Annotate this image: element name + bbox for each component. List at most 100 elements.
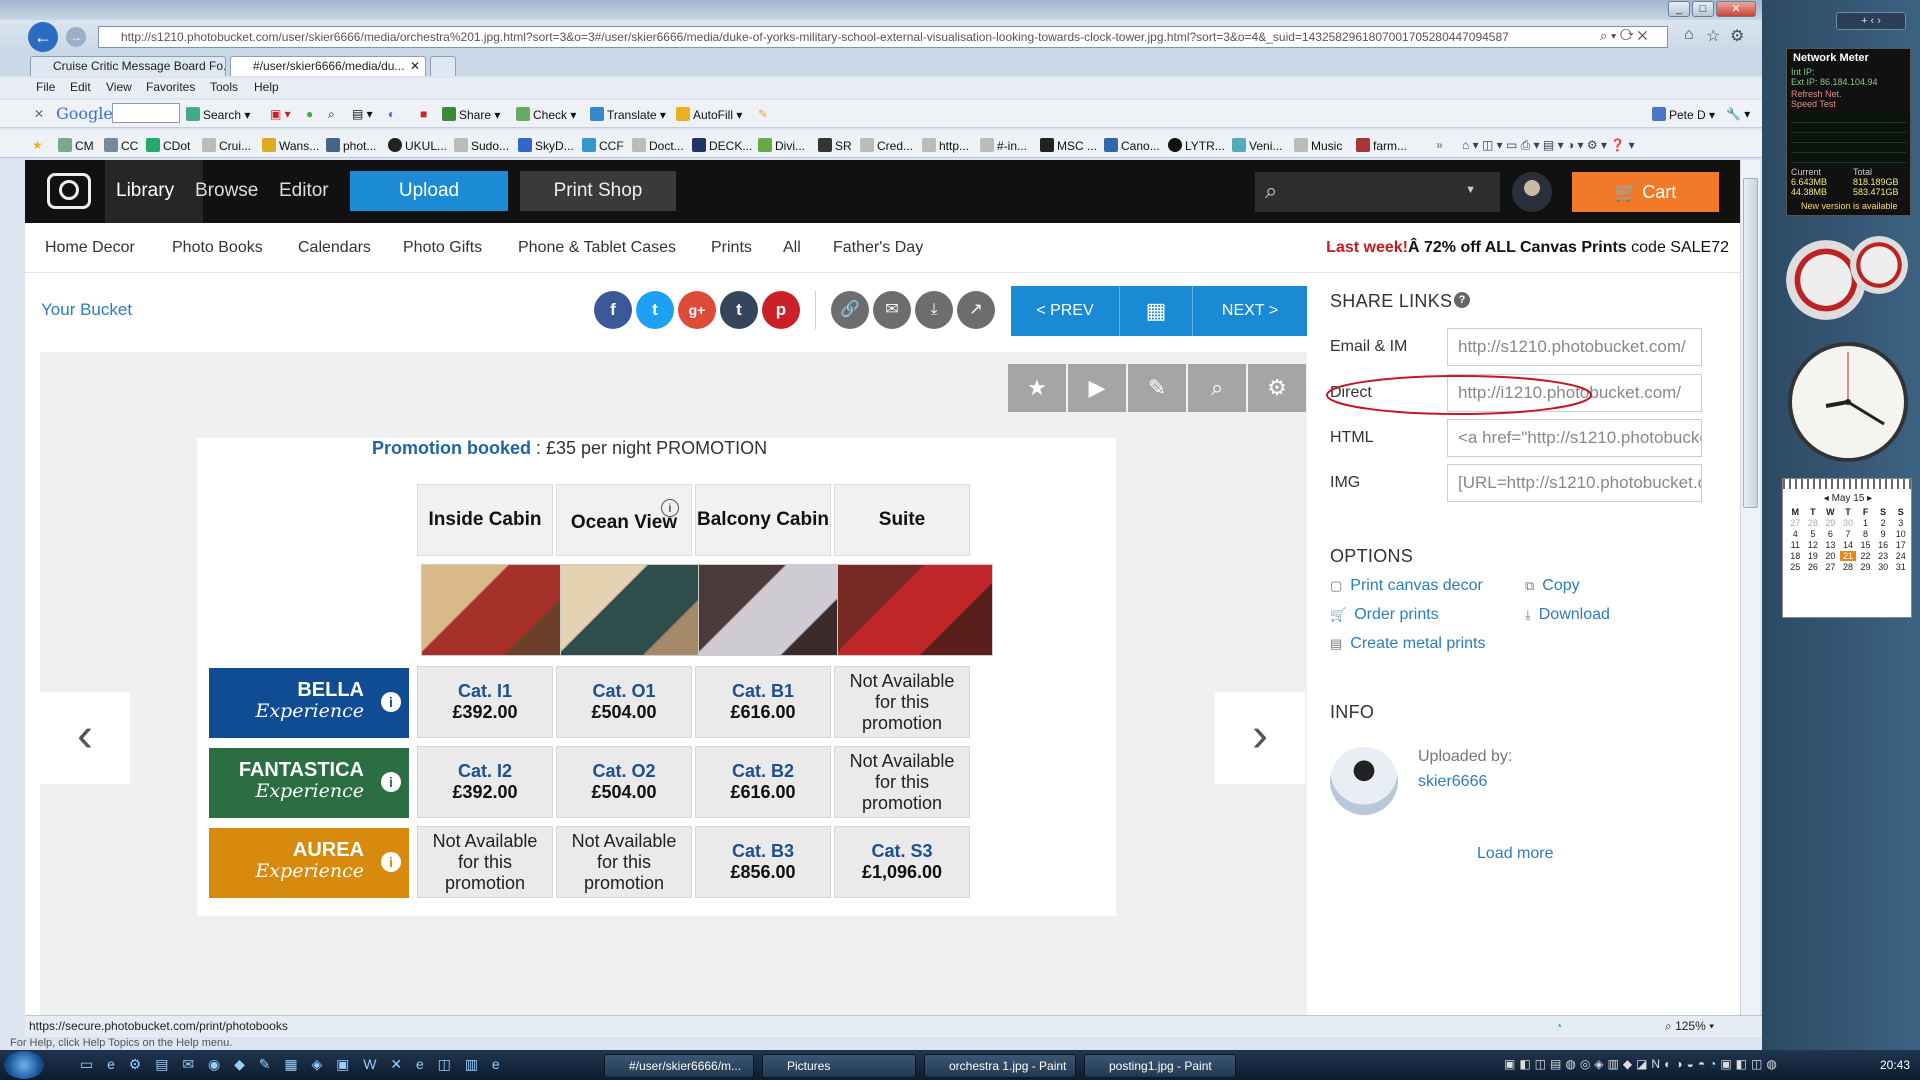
calendar-day[interactable]: 20 (1822, 551, 1839, 561)
search-input[interactable]: ⌕ ▼ (1255, 172, 1500, 212)
calendar-day[interactable]: 27 (1787, 518, 1804, 528)
task-browser[interactable]: #/user/skier6666/m... (604, 1054, 754, 1078)
avatar[interactable] (1512, 172, 1552, 212)
page-icon[interactable]: ▤ ▾ (352, 107, 373, 121)
menu-favorites[interactable]: Favorites (146, 80, 195, 94)
email-im-field[interactable]: http://s1210.photobucket.com/ (1447, 328, 1702, 366)
fav-item[interactable]: CCF (582, 138, 624, 153)
fav-item[interactable]: CC (104, 138, 138, 153)
calendar-day[interactable]: 6 (1822, 529, 1839, 539)
tab-cruise-critic[interactable]: Cruise Critic Message Board Fo... (30, 56, 226, 76)
task-pictures[interactable]: Pictures (762, 1054, 916, 1078)
fav-item[interactable]: Crui... (202, 138, 251, 153)
cat-phone-cases[interactable]: Phone & Tablet Cases (518, 239, 676, 257)
new-tab-button[interactable] (430, 56, 456, 76)
html-field[interactable]: <a href="http://s1210.photobucket (1447, 419, 1702, 457)
fav-item[interactable]: Veni... (1232, 138, 1282, 153)
print-canvas-link[interactable]: ▢ Print canvas decor (1330, 577, 1483, 595)
pencil-icon[interactable]: ✎ (758, 107, 768, 121)
calendar-day[interactable]: 27 (1822, 562, 1839, 572)
system-tray-icons[interactable]: ▣◧◫▤◍◎◈▥◆◪N◐◑◒◓◔▣◧◫◍ (1504, 1057, 1781, 1071)
uploader-name-link[interactable]: skier6666 (1418, 773, 1487, 791)
close-button[interactable]: ✕ (1716, 1, 1756, 17)
more-favorites-icon[interactable]: » (1436, 138, 1443, 152)
calendar-day[interactable]: 25 (1787, 562, 1804, 572)
translate-button[interactable]: Translate ▾ (590, 107, 666, 122)
calendar-day[interactable]: 8 (1857, 529, 1874, 539)
uploader-avatar[interactable] (1330, 747, 1398, 815)
check-button[interactable]: Check ▾ (516, 107, 576, 122)
fav-item[interactable]: CDot (146, 138, 190, 153)
your-bucket-link[interactable]: Your Bucket (41, 300, 132, 320)
fav-item[interactable]: #-in... (980, 138, 1027, 153)
calendar-day[interactable]: 28 (1840, 562, 1857, 572)
img-field[interactable]: [URL=http://s1210.photobucket.com (1447, 464, 1702, 502)
chevron-right-icon[interactable]: ▸ (1864, 493, 1872, 504)
download-link[interactable]: ⤓ Download (1525, 606, 1610, 624)
back-icon[interactable]: ← (28, 22, 58, 52)
nav-library[interactable]: Library (116, 180, 174, 202)
scrollbar-thumb[interactable] (1743, 178, 1758, 508)
calendar-day[interactable]: 5 (1805, 529, 1822, 539)
calendar-day[interactable]: 3 (1892, 518, 1909, 528)
calendar-day[interactable]: 7 (1840, 529, 1857, 539)
fav-item[interactable]: LYTR... (1168, 138, 1225, 153)
pinterest-icon[interactable]: p (762, 291, 800, 329)
zoom-icon[interactable]: ⌕ (1188, 364, 1246, 412)
menu-edit[interactable]: Edit (70, 80, 91, 94)
download-icon[interactable]: ⤓ (915, 291, 953, 329)
facebook-icon[interactable]: f (594, 291, 632, 329)
cat-prints[interactable]: Prints (711, 239, 752, 257)
calendar-day[interactable]: 21 (1839, 551, 1857, 561)
fav-item[interactable]: SkyD... (518, 138, 574, 153)
close-toolbar-icon[interactable]: ✕ (34, 107, 44, 121)
calendar-day[interactable]: 31 (1892, 562, 1909, 572)
favorites-star-icon[interactable]: ★ (32, 138, 43, 152)
magnifier-icon[interactable]: ⌕ (328, 107, 335, 122)
cat-photo-books[interactable]: Photo Books (172, 239, 263, 257)
calendar-day[interactable]: 17 (1892, 540, 1909, 550)
gear-icon[interactable]: ⚙ (1730, 26, 1744, 46)
cat-photo-gifts[interactable]: Photo Gifts (403, 239, 482, 257)
maximize-button[interactable]: □ (1692, 1, 1714, 17)
fav-item[interactable]: farm... (1356, 138, 1407, 153)
load-more-link[interactable]: Load more (1477, 845, 1554, 863)
calendar-day[interactable]: 23 (1875, 551, 1892, 561)
fav-item[interactable]: Wans... (262, 138, 319, 153)
metal-prints-link[interactable]: ▤ Create metal prints (1330, 635, 1485, 653)
nav-browse[interactable]: Browse (195, 180, 258, 202)
calendar-day[interactable]: 22 (1857, 551, 1874, 561)
globe-icon[interactable]: ◐ (388, 107, 395, 121)
fav-item[interactable]: phot... (326, 138, 376, 153)
task-paint-posting[interactable]: posting1.jpg - Paint (1084, 1054, 1236, 1078)
calendar-day[interactable]: 13 (1822, 540, 1839, 550)
fav-item[interactable]: Cano... (1104, 138, 1160, 153)
fav-item[interactable]: http... (922, 138, 969, 153)
order-prints-link[interactable]: 🛒 Order prints (1330, 606, 1439, 624)
cart-button[interactable]: 🛒 Cart (1572, 172, 1719, 212)
forward-icon[interactable]: → (66, 27, 86, 47)
prev-button[interactable]: < PREV (1011, 286, 1119, 336)
cat-all[interactable]: All (783, 239, 801, 257)
next-button[interactable]: NEXT > (1193, 286, 1307, 336)
sidebar-controls[interactable]: + ‹ › (1836, 12, 1906, 30)
tab-photobucket[interactable]: #/user/skier6666/media/du... ✕ (230, 56, 426, 76)
google-plus-icon[interactable]: g+ (678, 291, 716, 329)
calendar-day[interactable]: 2 (1875, 518, 1892, 528)
menu-tools[interactable]: Tools (210, 80, 238, 94)
fav-item[interactable]: CM (58, 138, 94, 153)
upload-button[interactable]: Upload (350, 171, 508, 211)
calendar-day[interactable]: 11 (1787, 540, 1804, 550)
cat-home-decor[interactable]: Home Decor (45, 239, 135, 257)
edit-icon[interactable]: ✎ (1128, 364, 1186, 412)
chevron-down-icon[interactable]: ▼ (1465, 184, 1476, 196)
camera-logo-icon[interactable] (47, 173, 91, 209)
task-paint-orchestra[interactable]: orchestra 1.jpg - Paint (924, 1054, 1076, 1078)
fav-item[interactable]: Divi... (758, 138, 805, 153)
calendar-day[interactable]: 9 (1875, 529, 1892, 539)
address-bar[interactable]: http://s1210.photobucket.com/user/skier6… (98, 26, 1668, 48)
youtube-icon[interactable]: ▣ ▾ (270, 107, 291, 121)
calendar-day[interactable]: 10 (1892, 529, 1909, 539)
help-icon[interactable]: ? (1454, 292, 1470, 308)
translate-box-icon[interactable]: ■ (420, 107, 427, 121)
